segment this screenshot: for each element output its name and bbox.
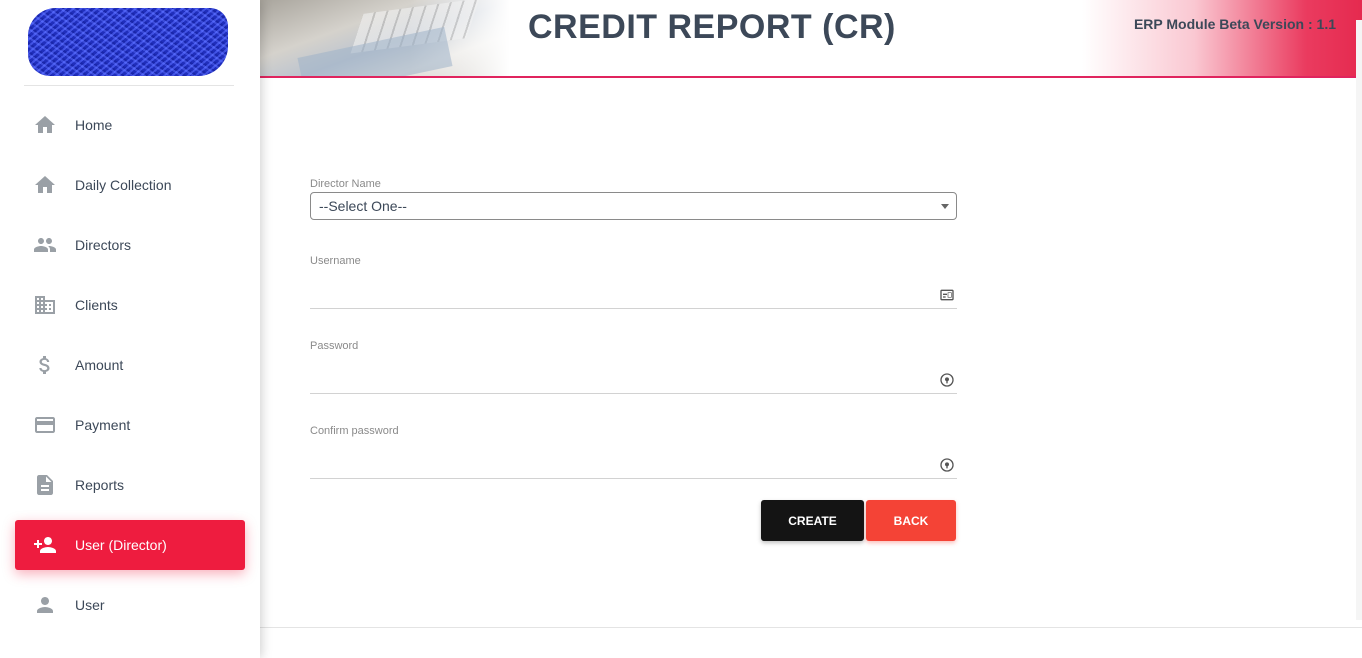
password-input[interactable] [310, 368, 957, 392]
chevron-down-icon [941, 204, 949, 209]
director-name-selected-value: --Select One-- [319, 198, 407, 214]
username-label: Username [310, 255, 361, 267]
back-button[interactable]: BACK [866, 500, 956, 541]
sidebar-item-label: Clients [75, 297, 118, 313]
confirm-password-label: Confirm password [310, 425, 399, 437]
password-label: Password [310, 340, 359, 352]
sidebar-item-payment[interactable]: Payment [15, 400, 245, 450]
header-accent-gradient [1082, 0, 1362, 76]
lock-dial-icon [939, 372, 955, 388]
sidebar-item-reports[interactable]: Reports [15, 460, 245, 510]
credit-card-icon [15, 413, 75, 437]
sidebar-item-amount[interactable]: Amount [15, 340, 245, 390]
director-name-group: Director Name --Select One-- [310, 178, 957, 220]
sidebar-item-label: Daily Collection [75, 177, 172, 193]
create-button[interactable]: CREATE [761, 500, 864, 541]
sidebar: Home Daily Collection Directors Clients [0, 0, 260, 658]
sidebar-item-label: Payment [75, 417, 131, 433]
lock-dial-icon [939, 457, 955, 473]
building-icon [15, 293, 75, 317]
sidebar-item-label: User (Director) [75, 537, 167, 553]
page-title: CREDIT REPORT (CR) [528, 8, 896, 46]
sidebar-item-home[interactable]: Home [15, 100, 245, 150]
sidebar-item-label: Reports [75, 477, 125, 493]
sidebar-item-user-director[interactable]: User (Director) [15, 520, 245, 570]
sidebar-item-user[interactable]: User [15, 580, 245, 630]
username-input[interactable] [310, 283, 957, 307]
home-icon [15, 113, 75, 137]
sidebar-item-clients[interactable]: Clients [15, 280, 245, 330]
password-group: Password [310, 340, 957, 394]
password-underline [310, 368, 957, 394]
version-label: ERP Module Beta Version : 1.1 [1133, 16, 1336, 32]
confirm-password-underline [310, 453, 957, 479]
person-icon [15, 593, 75, 617]
header-bar: CREDIT REPORT (CR) ERP Module Beta Versi… [260, 0, 1362, 78]
sidebar-item-daily-collection[interactable]: Daily Collection [15, 160, 245, 210]
redacted-logo [28, 8, 228, 76]
footer-divider [260, 627, 1362, 628]
sidebar-item-directors[interactable]: Directors [15, 220, 245, 270]
confirm-password-input[interactable] [310, 453, 957, 477]
person-add-icon [15, 533, 75, 557]
confirm-password-group: Confirm password [310, 425, 957, 479]
scrollbar-track[interactable] [1356, 20, 1362, 620]
director-name-select[interactable]: --Select One-- [310, 192, 957, 220]
page: Home Daily Collection Directors Clients [0, 0, 1362, 658]
sidebar-item-label: Amount [75, 357, 124, 373]
dollar-icon [15, 353, 75, 377]
document-icon [15, 473, 75, 497]
home-icon [15, 173, 75, 197]
people-icon [15, 233, 75, 257]
logo-area [24, 0, 234, 86]
sidebar-item-label: User [75, 597, 105, 613]
header-background-photo [260, 0, 510, 76]
username-group: Username [310, 255, 957, 309]
director-name-label: Director Name [310, 178, 381, 190]
sidebar-item-label: Directors [75, 237, 132, 253]
id-card-icon [939, 287, 955, 303]
sidebar-nav: Home Daily Collection Directors Clients [15, 100, 245, 640]
sidebar-item-label: Home [75, 117, 113, 133]
username-underline [310, 283, 957, 309]
